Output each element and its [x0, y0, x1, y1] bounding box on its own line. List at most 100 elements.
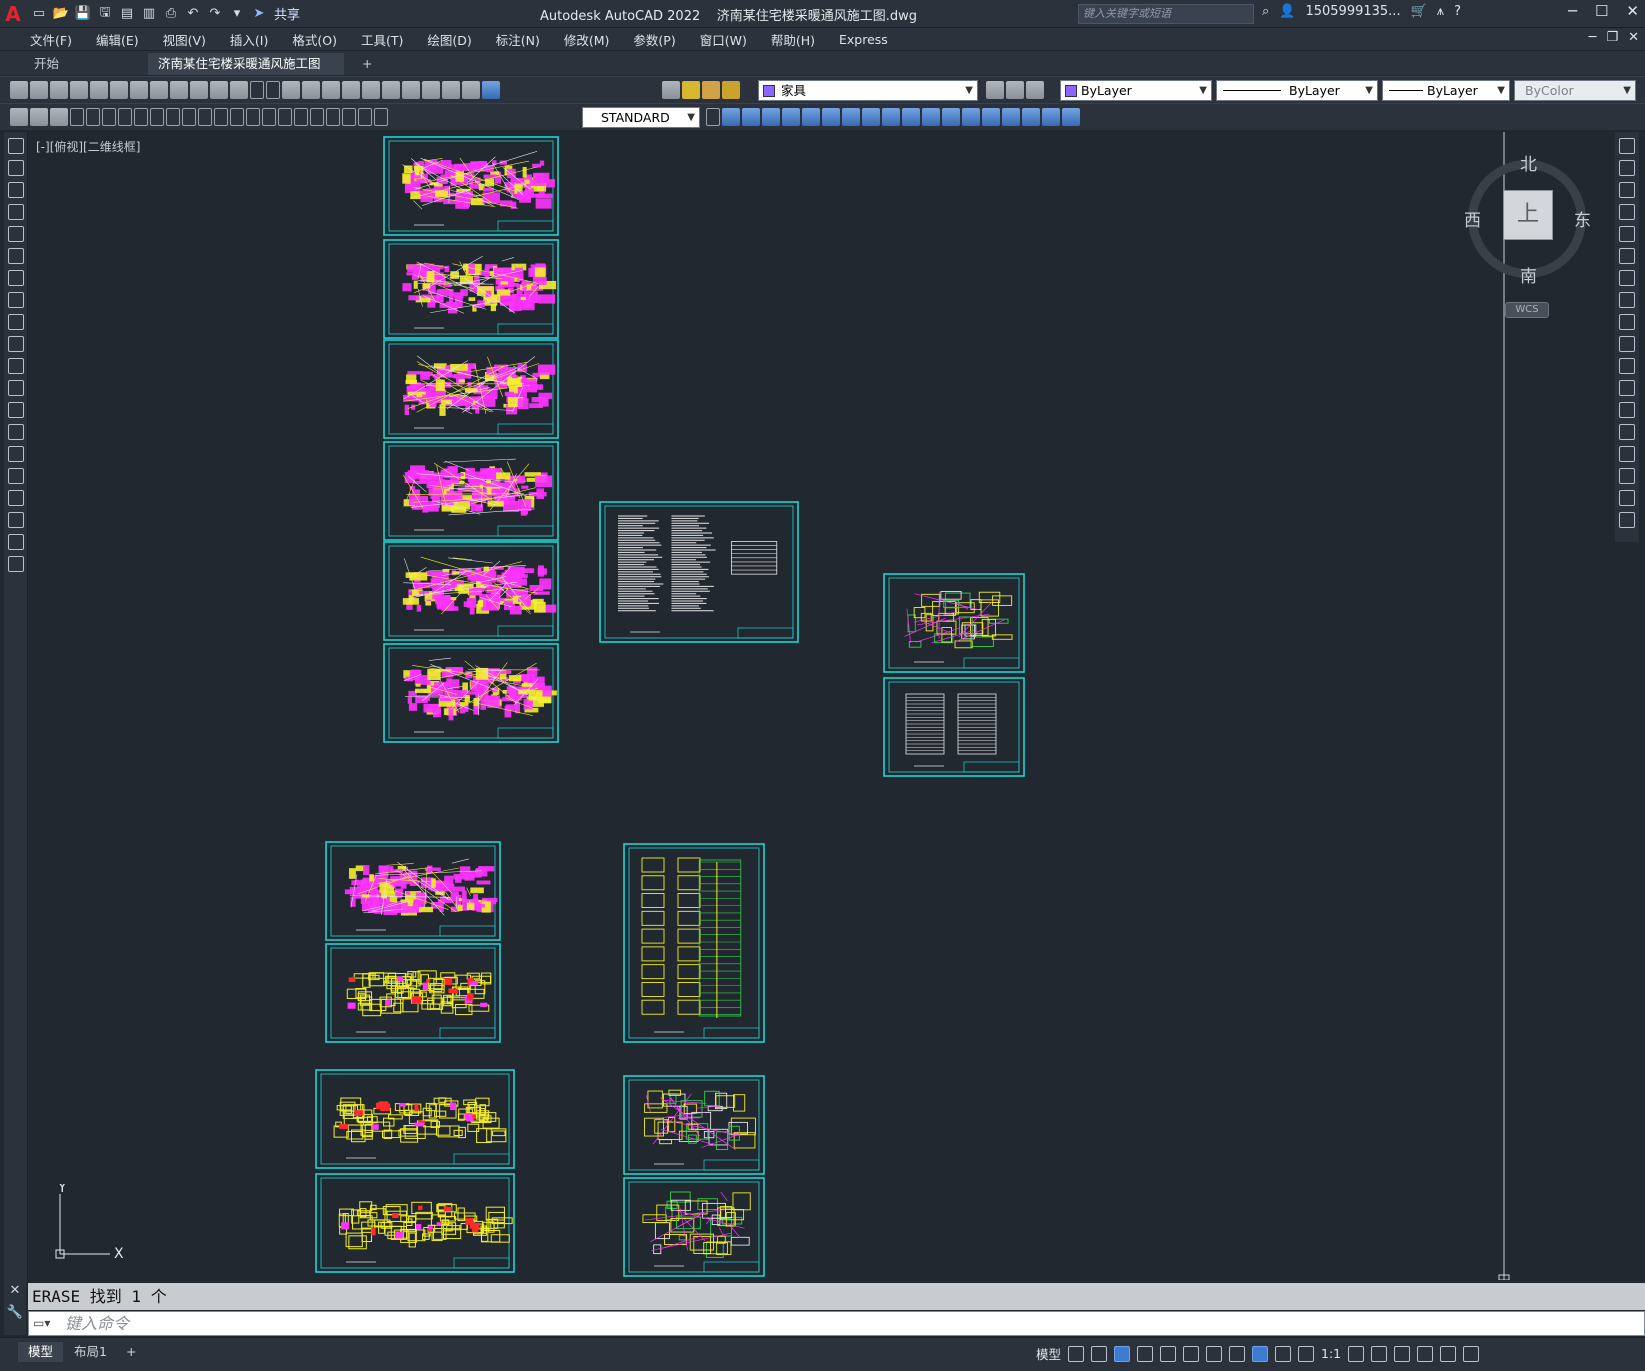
ellipse-icon[interactable]: [7, 336, 24, 352]
annotation-visibility-icon[interactable]: [1252, 1345, 1269, 1362]
viewcube[interactable]: 上 北 南 东 西: [1462, 150, 1592, 290]
insert-block-icon[interactable]: [7, 380, 24, 396]
user-account[interactable]: 1505999135...: [1305, 4, 1400, 19]
dim-diameter-icon[interactable]: [166, 108, 180, 126]
ortho-icon[interactable]: [1114, 1345, 1131, 1362]
isolate-objects-icon[interactable]: [1394, 1345, 1411, 1362]
user-icon[interactable]: 👤: [1279, 4, 1295, 19]
rectangle-icon[interactable]: [7, 226, 24, 242]
compass-south[interactable]: 南: [1520, 262, 1537, 287]
line-icon[interactable]: [7, 138, 24, 154]
sheet-set-icon[interactable]: [422, 81, 440, 99]
menu-insert[interactable]: 插入(I): [218, 30, 280, 49]
open-file-icon[interactable]: 📂: [52, 5, 70, 23]
dim-style-dropdown[interactable]: STANDARD ▼: [582, 107, 700, 128]
dim-arc-icon[interactable]: [102, 108, 116, 126]
arc-icon[interactable]: [7, 248, 24, 264]
new-tab-button[interactable]: +: [356, 53, 380, 75]
zoom-window-icon[interactable]: [322, 81, 340, 99]
extrude-face-icon[interactable]: [782, 108, 800, 126]
new-file-icon[interactable]: ▭: [30, 5, 48, 23]
clean-screen-icon[interactable]: [1440, 1345, 1457, 1362]
qnew-icon[interactable]: [10, 81, 28, 99]
dim-text-edit-icon[interactable]: [358, 108, 372, 126]
save-icon[interactable]: [50, 81, 68, 99]
erase-icon[interactable]: [1619, 138, 1635, 154]
command-prompt-icon[interactable]: ▭▾: [33, 1316, 50, 1330]
polar-icon[interactable]: [1137, 1345, 1154, 1362]
polygon-icon[interactable]: [7, 204, 24, 220]
tab-drawing[interactable]: 济南某住宅楼采暖通风施工图*✕: [148, 53, 344, 93]
undo-icon[interactable]: [250, 81, 264, 99]
cart-icon[interactable]: 🛒: [1411, 4, 1427, 19]
open-icon[interactable]: [30, 81, 48, 99]
add-layout-button[interactable]: +: [116, 1342, 146, 1362]
plot-icon[interactable]: ⎙: [162, 5, 180, 23]
layer-thaw-icon[interactable]: [702, 81, 720, 99]
autodesk-app-icon[interactable]: ⩚: [1437, 4, 1444, 19]
menu-dimension[interactable]: 标注(N): [484, 30, 552, 49]
search-icon[interactable]: ⌕: [1262, 4, 1269, 19]
copy-object-icon[interactable]: [1619, 160, 1635, 176]
circle-icon[interactable]: [7, 270, 24, 286]
drawing-canvas[interactable]: [32, 132, 1610, 1280]
inspect-icon[interactable]: [310, 108, 324, 126]
tool-palettes-icon[interactable]: [402, 81, 420, 99]
quick-dim-icon[interactable]: [198, 108, 212, 126]
share-button[interactable]: 共享: [274, 4, 300, 23]
polyline-icon[interactable]: [7, 182, 24, 198]
minimize-button[interactable]: ─: [1568, 2, 1577, 20]
layer-iso-icon[interactable]: [10, 108, 28, 126]
menu-express[interactable]: Express: [827, 32, 900, 47]
layer-lock-icon[interactable]: [722, 81, 740, 99]
compass-east[interactable]: 东: [1574, 206, 1591, 231]
dim-update-icon[interactable]: [374, 108, 388, 126]
dim-ordinate-icon[interactable]: [118, 108, 132, 126]
zoom-realtime-icon[interactable]: [302, 81, 320, 99]
properties-icon[interactable]: [362, 81, 380, 99]
zoom-previous-icon[interactable]: [342, 81, 360, 99]
lineweight-icon[interactable]: [1229, 1345, 1246, 1362]
slice-icon[interactable]: [1062, 108, 1080, 126]
jogged-linear-icon[interactable]: [326, 108, 340, 126]
dim-linear-icon[interactable]: [70, 108, 84, 126]
dim-aligned-icon[interactable]: [86, 108, 100, 126]
fillet-icon[interactable]: [1619, 468, 1635, 484]
match-prop-icon[interactable]: [210, 81, 228, 99]
linetype-dropdown[interactable]: ByLayer ▼: [1216, 80, 1378, 101]
help-icon[interactable]: ?: [1454, 4, 1461, 19]
scale-icon[interactable]: [1619, 292, 1635, 308]
object-snap-icon[interactable]: [1206, 1345, 1223, 1362]
viewport-controls[interactable]: [-][俯视][二维线框]: [36, 138, 140, 155]
command-line-close[interactable]: ✕ 🔧: [4, 1283, 26, 1335]
tab-model[interactable]: 模型: [18, 1342, 64, 1362]
share-icon[interactable]: ➤: [250, 5, 268, 23]
menu-draw[interactable]: 绘图(D): [415, 30, 483, 49]
taper-face-icon[interactable]: [882, 108, 900, 126]
3d-print-icon[interactable]: [130, 81, 148, 99]
dim-angular-icon[interactable]: [182, 108, 196, 126]
copy-edges-icon[interactable]: [1022, 108, 1040, 126]
chamfer-icon[interactable]: [1619, 446, 1635, 462]
menu-edit[interactable]: 编辑(E): [84, 30, 151, 49]
auto-scale-icon[interactable]: [1275, 1345, 1292, 1362]
dim-jogged-icon[interactable]: [150, 108, 164, 126]
dim-break-icon[interactable]: [262, 108, 276, 126]
dim-continue-icon[interactable]: [230, 108, 244, 126]
trim-icon[interactable]: [1619, 336, 1635, 352]
annotation-scale-value[interactable]: 1:1: [1321, 1346, 1341, 1361]
intersect-icon[interactable]: [762, 108, 780, 126]
menu-file[interactable]: 文件(F): [18, 30, 84, 49]
dim-edit-icon[interactable]: [342, 108, 356, 126]
subtract-icon[interactable]: [742, 108, 760, 126]
rotate-face-icon[interactable]: [862, 108, 880, 126]
layer-previous-icon[interactable]: [1026, 81, 1044, 99]
command-input[interactable]: [65, 1313, 1635, 1334]
point-icon[interactable]: [7, 424, 24, 440]
help-icon[interactable]: [482, 81, 500, 99]
plot-icon[interactable]: [70, 81, 88, 99]
join-icon[interactable]: [1619, 424, 1635, 440]
center-mark-icon[interactable]: [294, 108, 308, 126]
mtext-icon[interactable]: [7, 534, 24, 550]
close-button[interactable]: ✕: [1626, 2, 1639, 20]
